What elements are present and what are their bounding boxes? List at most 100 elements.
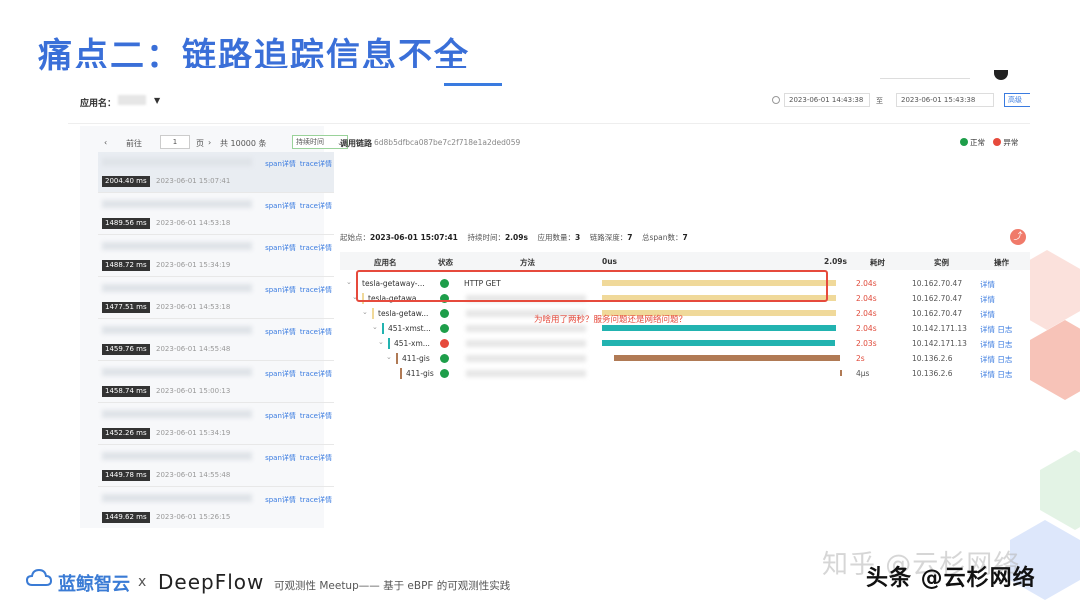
status-dot-icon [440,309,449,318]
span-ops-links[interactable]: 详情 [980,309,995,320]
share-icon[interactable]: ⤴ [1010,229,1026,245]
duration-label: 持续时间： [467,233,505,242]
status-dot-icon [440,324,449,333]
trace-detail-link[interactable]: trace详情 [300,244,332,252]
duration-badge: 1449.78 ms [102,470,150,481]
trace-detail-link[interactable]: trace详情 [300,286,332,294]
header-ops: 操作 [994,258,1009,267]
chevron-down-icon[interactable]: ⌄ [378,338,384,346]
span-row[interactable]: 411-gis 4μs 10.136.2.6 详情 日志 [340,366,1030,381]
item-time: 2023-06-01 15:00:13 [156,387,231,395]
list-item[interactable]: span详情 trace详情 1452.26 ms 2023-06-01 15:34:… [98,404,334,445]
span-duration: 2.04s [856,309,877,318]
span-ops-links[interactable]: 详情 [980,279,995,290]
trace-detail-link[interactable]: trace详情 [300,370,332,378]
app-filter-label: 应用名： [80,99,117,109]
span-detail-link[interactable]: span详情 [265,454,296,462]
list-item[interactable]: span详情 trace详情 1458.74 ms 2023-06-01 15:00:… [98,362,334,403]
span-detail-link[interactable]: span详情 [265,370,296,378]
item-summary-blurred [102,410,252,418]
end-time-input[interactable]: 2023-06-01 15:43:38 [896,93,994,107]
app-filter-value[interactable] [118,95,146,105]
spans-label: 总span数： [642,233,683,242]
list-item[interactable]: span详情 trace详情 1489.56 ms 2023-06-01 14:53:… [98,194,334,235]
apps-value: 3 [574,233,581,242]
span-detail-link[interactable]: span详情 [265,286,296,294]
span-ops-links[interactable]: 详情 日志 [980,369,1012,380]
next-page-icon[interactable]: › [208,138,211,147]
chevron-down-icon[interactable]: ⌄ [346,278,352,286]
trace-detail-link[interactable]: trace详情 [300,160,332,168]
span-detail-link[interactable]: span详情 [265,496,296,504]
trace-detail-link[interactable]: trace详情 [300,454,332,462]
list-item[interactable]: span详情 trace详情 2004.40 ms 2023-06-01 15:07:… [98,152,334,193]
legend-normal: 正常 [970,138,985,147]
span-detail-link[interactable]: span详情 [265,202,296,210]
status-dot-icon [440,354,449,363]
span-detail-link[interactable]: span详情 [265,328,296,336]
cloud-logo-icon [26,568,52,586]
span-row[interactable]: ⌄ 411-gis 2s 10.136.2.6 详情 日志 [340,351,1030,366]
span-app-name: 411-gis [402,354,430,363]
header-method: 方法 [520,258,535,267]
list-item[interactable]: span详情 trace详情 1449.62 ms 2023-06-01 15:26:… [98,488,334,528]
trace-summary: 起始点：2023-06-01 15:07:41 持续时间：2.09s 应用数量：… [340,232,688,243]
chevron-down-icon[interactable]: ⌄ [372,323,378,331]
trace-detail-link[interactable]: trace详情 [300,328,332,336]
list-item[interactable]: span详情 trace详情 1459.76 ms 2023-06-01 14:55:… [98,320,334,361]
header-app: 应用名 [374,258,397,267]
span-timeline-bar[interactable] [602,325,837,331]
span-instance: 10.162.70.47 [912,294,963,303]
span-timeline-bar[interactable] [614,355,840,361]
item-summary-blurred [102,368,252,376]
avatar[interactable] [994,70,1008,80]
duration-badge: 1458.74 ms [102,386,150,397]
item-summary-blurred [102,200,252,208]
item-links: span详情 trace详情 [261,369,332,379]
item-summary-blurred [102,284,252,292]
trace-label: 调用链路 [340,139,372,148]
prev-page-icon[interactable]: ‹ [104,138,107,147]
chevron-down-icon[interactable]: ⌄ [386,353,392,361]
span-detail-link[interactable]: span详情 [265,160,296,168]
tree-indent-bar [382,323,384,334]
span-duration: 2.03s [856,339,877,348]
header-duration: 耗时 [870,258,885,267]
duration-badge: 1489.56 ms [102,218,150,229]
span-ops-links[interactable]: 详情 日志 [980,339,1012,350]
span-duration: 2.04s [856,279,877,288]
item-links: span详情 trace详情 [261,327,332,337]
footer-subtitle: 可观测性 Meetup—— 基于 eBPF 的可观测性实践 [274,580,511,592]
item-summary-blurred [102,242,252,250]
header-status: 状态 [438,258,453,267]
duration-badge: 1452.26 ms [102,428,150,439]
pager: ‹ 前往 1 页 › 共 10000 条 持续时间 ⌄ [92,132,348,152]
trace-detail-link[interactable]: trace详情 [300,412,332,420]
item-time: 2023-06-01 14:53:18 [156,303,231,311]
chevron-down-icon[interactable]: ⌄ [362,308,368,316]
watermark-toutiao: 头条 @云杉网络 [866,566,1036,591]
item-summary-blurred [102,326,252,334]
depth-label: 链路深度： [589,233,628,242]
trace-detail-panel: 调用链路 6d8b5dfbca087be7c2f718e1a2ded059 正常… [340,126,1030,528]
span-timeline-bar[interactable] [602,340,836,346]
trace-detail-link[interactable]: trace详情 [300,202,332,210]
span-ops-links[interactable]: 详情 [980,294,995,305]
divider [880,78,970,79]
span-duration: 4μs [856,369,870,378]
list-item[interactable]: span详情 trace详情 1488.72 ms 2023-06-01 15:34:… [98,236,334,277]
span-ops-links[interactable]: 详情 日志 [980,354,1012,365]
chevron-down-icon[interactable]: ▼ [154,96,160,105]
advanced-search-button[interactable]: 高级 [1004,93,1030,107]
span-row[interactable]: ⌄ 451-xm... 2.03s 10.142.171.13 详情 日志 [340,336,1030,351]
span-ops-links[interactable]: 详情 日志 [980,324,1012,335]
start-time-input[interactable]: 2023-06-01 14:43:38 [784,93,870,107]
span-detail-link[interactable]: span详情 [265,244,296,252]
span-timeline-bar[interactable] [839,370,842,376]
page-input[interactable]: 1 [160,135,190,149]
span-instance: 10.142.171.13 [912,324,967,333]
span-detail-link[interactable]: span详情 [265,412,296,420]
list-item[interactable]: span详情 trace详情 1449.78 ms 2023-06-01 14:55:… [98,446,334,487]
trace-detail-link[interactable]: trace详情 [300,496,332,504]
list-item[interactable]: span详情 trace详情 1477.51 ms 2023-06-01 14:53:… [98,278,334,319]
